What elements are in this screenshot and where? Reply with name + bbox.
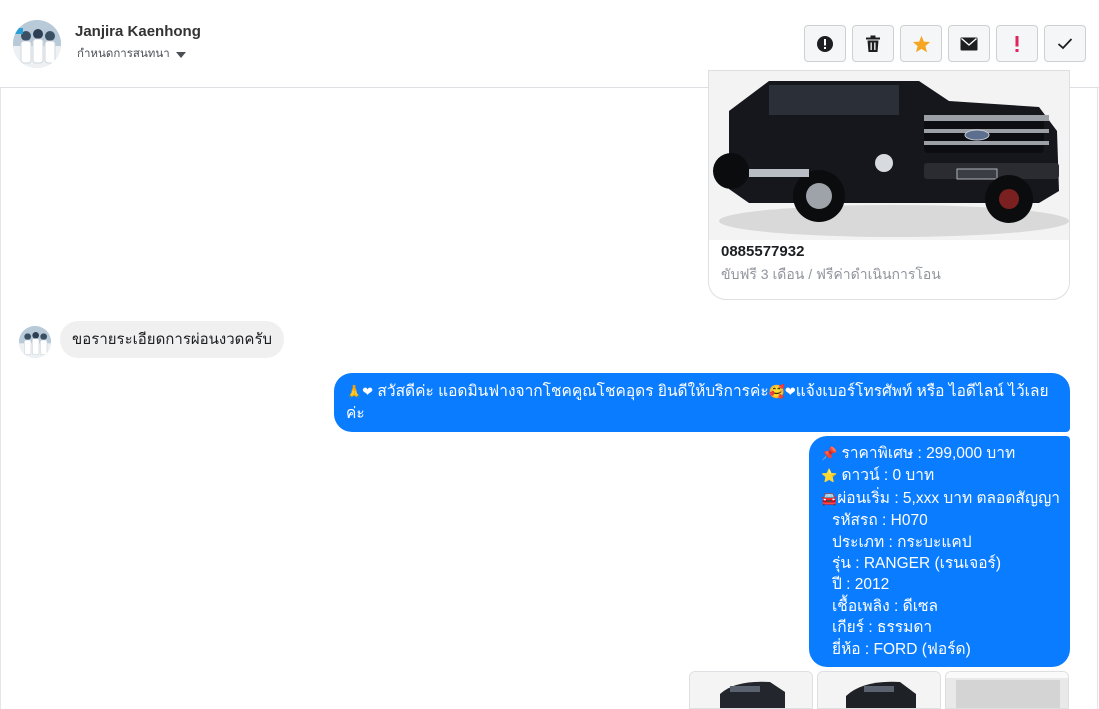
contact-avatar[interactable]: [13, 20, 61, 68]
detail-line: รหัสรถ : H070: [832, 512, 928, 530]
check-icon: [1057, 38, 1073, 50]
detail-line: ยี่ห้อ : FORD (ฟอร์ด): [832, 640, 971, 658]
ad-card-title: 0885577932: [721, 243, 805, 260]
mark-spam-button[interactable]: [996, 25, 1038, 62]
sender-avatar[interactable]: [19, 326, 51, 358]
pray-heart-emoji: 🙏❤: [346, 385, 374, 400]
star-button[interactable]: [900, 25, 942, 62]
car-photo: [709, 71, 1069, 240]
outgoing-message-greeting: 🙏❤ สวัสดีค่ะ แอดมินฟางจากโชคคูณโชคอุดร ย…: [334, 373, 1070, 432]
car-photo-2[interactable]: [817, 671, 941, 709]
detail-line: ประเภท : กระบะแคป: [832, 533, 972, 551]
exclamation-icon: [1015, 35, 1019, 52]
alert-circle-icon: [817, 35, 833, 52]
conversation-actions: [804, 25, 1086, 62]
car-photo-1[interactable]: [689, 671, 813, 709]
detail-line: 🚘ผ่อนเริ่ม : 5,xxx บาท ตลอดสัญญา: [821, 489, 1060, 507]
star-emoji: ⭐: [821, 469, 838, 485]
car-emoji: 🚘: [821, 491, 838, 507]
mark-unread-button[interactable]: [948, 25, 990, 62]
delete-button[interactable]: [852, 25, 894, 62]
assign-conversation-label: กำหนดการสนทนา: [77, 48, 170, 60]
envelope-icon: [960, 37, 978, 50]
greeting-text: สวัสดีค่ะ แอดมินฟางจากโชคคูณโชคอุดร ยินด…: [373, 383, 769, 400]
outgoing-message-details: 📌 ราคาพิเศษ : 299,000 บาท ⭐ ดาวน์ : 0 บา…: [809, 436, 1070, 667]
ad-card-subtitle: ขับฟรี 3 เดือน / ฟรีค่าดำเนินการโอน: [721, 266, 941, 282]
detail-line: รุ่น : RANGER (เรนเจอร์): [832, 555, 1002, 573]
photo-thumbnails: [689, 671, 1069, 709]
detail-line: 📌 ราคาพิเศษ : 299,000 บาท: [821, 445, 1016, 462]
ad-card[interactable]: 0885577932 ขับฟรี 3 เดือน / ฟรีค่าดำเนิน…: [708, 70, 1070, 300]
detail-line: เชื้อเพลิง : ดีเซล: [832, 597, 939, 615]
trash-icon: [866, 35, 880, 52]
contact-name: Janjira Kaenhong: [75, 23, 201, 40]
detail-line: ⭐ ดาวน์ : 0 บาท: [821, 467, 935, 485]
incoming-message: ขอรายระเอียดการผ่อนงวดครับ: [60, 321, 285, 358]
car-photo-3[interactable]: [945, 671, 1069, 709]
star-icon: [912, 35, 930, 52]
detail-line: เกียร์ : ธรรมดา: [832, 619, 933, 637]
report-button[interactable]: [804, 25, 846, 62]
assign-conversation-dropdown[interactable]: กำหนดการสนทนา: [77, 45, 186, 63]
caret-down-icon: [175, 51, 186, 58]
mark-done-button[interactable]: [1044, 25, 1086, 62]
detail-line: ปี : 2012: [832, 576, 890, 594]
pushpin-emoji: 📌: [821, 447, 838, 462]
smile-heart-emoji: 🥰❤: [768, 385, 796, 400]
